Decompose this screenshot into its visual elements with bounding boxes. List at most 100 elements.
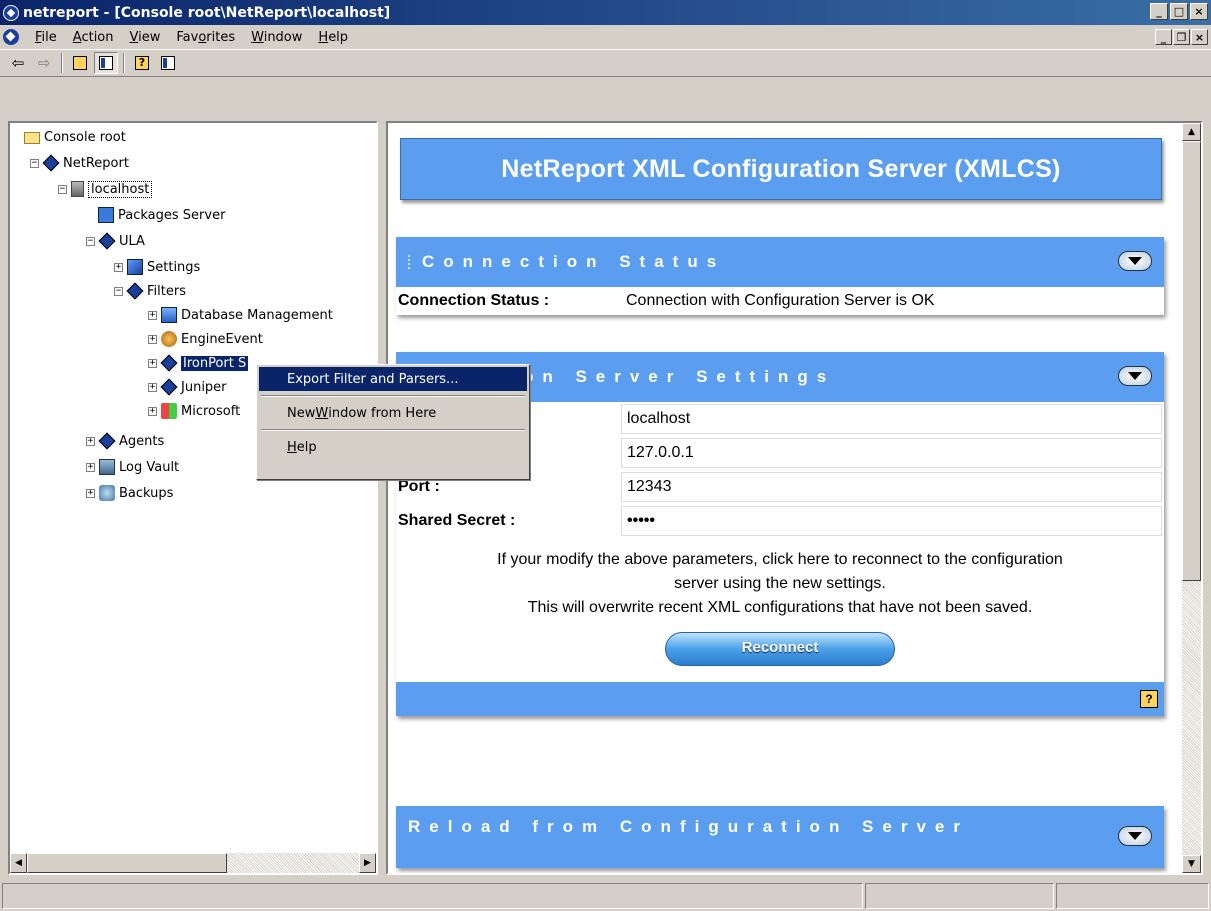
tree-item-settings[interactable]: + Settings xyxy=(114,257,200,277)
port-field[interactable]: 12343 xyxy=(621,472,1162,502)
console-tree: Console root − NetReport − localhost Packa… xyxy=(10,123,376,853)
collapse-icon[interactable]: − xyxy=(30,158,39,168)
server-icon xyxy=(71,181,84,197)
xmlcs-page: NetReport XML Configuration Server (XMLC… xyxy=(388,123,1184,873)
reload-header[interactable]: Reload from Configuration Server xyxy=(396,806,1164,868)
settings-icon xyxy=(127,259,143,275)
ula-icon xyxy=(98,232,116,250)
menu-separator xyxy=(261,429,525,431)
tree-horizontal-scrollbar[interactable]: ◀ ▶ xyxy=(10,853,376,873)
collapse-icon[interactable]: − xyxy=(86,236,95,246)
collapse-toggle-icon[interactable] xyxy=(1118,251,1152,271)
expand-icon[interactable]: + xyxy=(86,436,95,446)
tree-item-filters[interactable]: − Filters xyxy=(114,281,186,301)
up-one-level-button[interactable] xyxy=(68,52,92,74)
menu-item-export-filter-and-parsers[interactable]: Export Filter and Parsers... xyxy=(259,367,527,391)
windows-icon xyxy=(161,403,177,419)
action-pane-icon xyxy=(161,56,175,70)
reload-from-configuration-server-section: Reload from Configuration Server xyxy=(396,806,1164,868)
show-hide-tree-button[interactable] xyxy=(94,52,118,74)
tree-item-juniper[interactable]: + Juniper xyxy=(148,377,227,397)
menu-action[interactable]: Action xyxy=(65,28,122,47)
menu-window[interactable]: Window xyxy=(243,28,310,47)
expand-icon[interactable]: + xyxy=(114,262,123,272)
scroll-right-button[interactable]: ▶ xyxy=(359,853,376,873)
scroll-down-button[interactable]: ▼ xyxy=(1182,855,1201,873)
scroll-thumb[interactable] xyxy=(1182,141,1201,581)
netreport-app-icon[interactable] xyxy=(3,4,19,21)
agents-icon xyxy=(98,432,116,450)
tree-item-netreport[interactable]: − NetReport xyxy=(30,153,129,173)
tree-item-engineevent[interactable]: + EngineEvent xyxy=(148,329,263,349)
shared-secret-field[interactable]: ••••• xyxy=(621,506,1162,536)
menu-help[interactable]: Help xyxy=(310,28,356,47)
server-name-field[interactable]: localhost xyxy=(621,404,1162,434)
packages-server-icon xyxy=(98,207,114,223)
collapse-icon[interactable]: − xyxy=(114,286,123,296)
grip-icon xyxy=(408,255,412,269)
menu-separator xyxy=(261,395,525,397)
menu-item-help[interactable]: Help xyxy=(259,435,527,459)
tree-item-log-vault[interactable]: + Log Vault xyxy=(86,457,179,477)
expand-icon[interactable]: + xyxy=(148,406,157,416)
expand-icon[interactable]: + xyxy=(86,462,95,472)
scroll-up-button[interactable]: ▲ xyxy=(1182,123,1201,141)
forward-button[interactable]: ⇨ xyxy=(32,52,56,74)
tree-item-backups[interactable]: + Backups xyxy=(86,483,173,503)
show-hide-action-pane-button[interactable] xyxy=(156,52,180,74)
tree-item-ula[interactable]: − ULA xyxy=(86,231,145,251)
tree-item-console-root[interactable]: Console root xyxy=(24,127,126,147)
help-icon[interactable]: ? xyxy=(1140,690,1158,708)
tree-item-database-management[interactable]: + Database Management xyxy=(148,305,333,325)
close-button[interactable]: × xyxy=(1190,3,1208,20)
child-minimize-button[interactable]: _ xyxy=(1155,29,1172,45)
collapse-toggle-icon[interactable] xyxy=(1118,826,1152,846)
tree-item-packages-server[interactable]: Packages Server xyxy=(98,205,225,225)
child-restore-button[interactable]: ❐ xyxy=(1173,29,1190,45)
expand-icon[interactable]: + xyxy=(148,382,157,392)
menu-bar: File Action View Favorites Window Help _… xyxy=(0,25,1211,49)
reconnect-message: If your modify the above parameters, cli… xyxy=(497,551,1063,616)
toolbar-separator xyxy=(123,53,125,73)
tree-item-microsoft[interactable]: + Microsoft xyxy=(148,401,240,421)
expand-icon[interactable]: + xyxy=(148,358,157,368)
reconnect-button[interactable]: Reconnect xyxy=(658,624,903,674)
collapse-toggle-icon[interactable] xyxy=(1118,366,1152,386)
help-button[interactable]: ? xyxy=(130,52,154,74)
result-vertical-scrollbar[interactable]: ▲ ▼ xyxy=(1182,123,1201,873)
scroll-left-button[interactable]: ◀ xyxy=(10,853,27,873)
tree-item-agents[interactable]: + Agents xyxy=(86,431,164,451)
menu-file[interactable]: File xyxy=(27,28,65,47)
mdi-child-icon[interactable] xyxy=(3,29,19,45)
help-icon: ? xyxy=(135,56,149,70)
child-close-button[interactable]: × xyxy=(1191,29,1208,45)
back-arrow-icon: ⇦ xyxy=(11,54,25,72)
maximize-button[interactable]: □ xyxy=(1170,3,1188,20)
tree-item-localhost[interactable]: − localhost xyxy=(58,179,153,199)
menu-view[interactable]: View xyxy=(122,28,169,47)
connection-status-header[interactable]: Connection Status xyxy=(396,237,1164,287)
log-vault-icon xyxy=(99,459,115,475)
filter-icon xyxy=(160,378,178,396)
hostname-field[interactable]: 127.0.0.1 xyxy=(621,438,1162,468)
netreport-icon xyxy=(42,154,60,172)
collapse-icon[interactable]: − xyxy=(58,184,67,194)
forward-arrow-icon: ⇨ xyxy=(37,54,51,72)
folder-up-icon xyxy=(73,56,87,70)
settings-row-shared-secret: Shared Secret : ••••• xyxy=(396,506,1164,536)
menu-favorites[interactable]: Favorites xyxy=(168,28,243,47)
expand-icon[interactable]: + xyxy=(86,488,95,498)
minimize-button[interactable]: _ xyxy=(1150,3,1168,20)
folder-icon xyxy=(24,132,40,144)
menu-item-new-window-from-here[interactable]: New Window from Here xyxy=(259,401,527,425)
result-pane: NetReport XML Configuration Server (XMLC… xyxy=(386,121,1203,875)
expand-icon[interactable]: + xyxy=(148,310,157,320)
scroll-thumb[interactable] xyxy=(27,853,227,873)
tree-item-ironport[interactable]: + IronPort S xyxy=(148,353,249,373)
context-menu: Export Filter and Parsers... New Window … xyxy=(256,364,530,480)
expand-icon[interactable]: + xyxy=(148,334,157,344)
status-cell xyxy=(1056,883,1209,909)
filters-icon xyxy=(126,282,144,300)
window-title: netreport - [Console root\NetReport\loca… xyxy=(23,4,391,21)
back-button[interactable]: ⇦ xyxy=(6,52,30,74)
